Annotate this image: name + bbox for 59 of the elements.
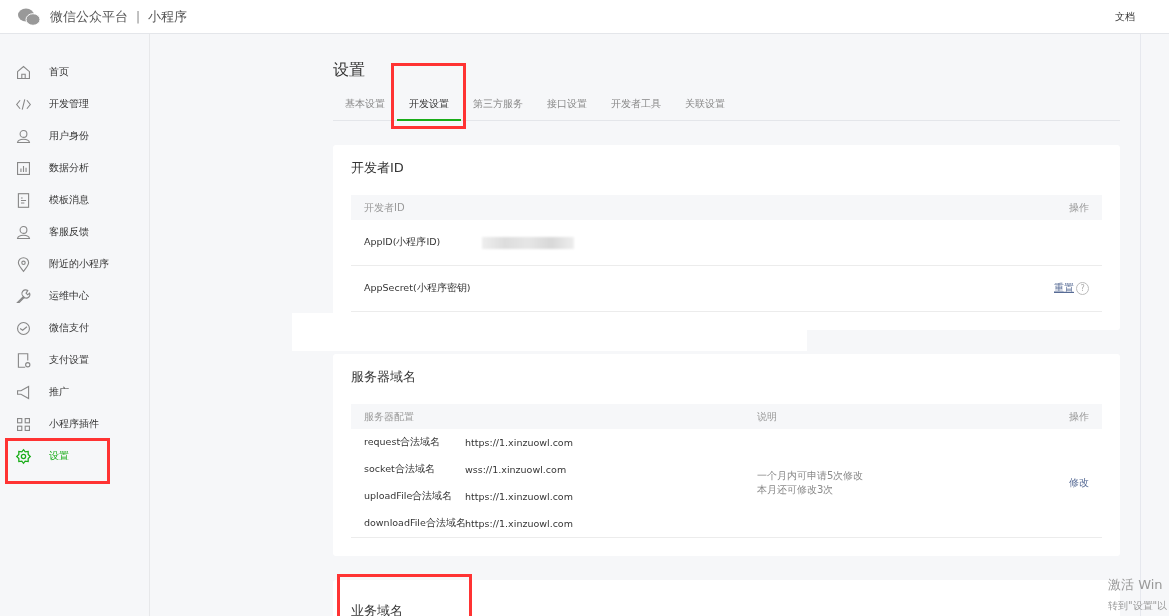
section-title: 开发者ID [351,159,405,177]
sidebar-item[interactable]: 数据分析 [0,152,149,184]
sidebar-item[interactable]: 客服反馈 [0,216,149,248]
sidebar-item[interactable]: 用户身份 [0,120,149,152]
note-text: 本月还可修改3次 [757,483,835,497]
location-pin-icon [15,255,32,273]
page-title: 设置 [333,60,366,81]
header-link[interactable]: 文档 [1115,9,1135,24]
person-icon [15,127,32,145]
section-title: 服务器域名 [351,368,417,386]
sidebar-item[interactable]: 小程序插件 [0,408,149,440]
column-header: 操作 [1069,409,1089,424]
section-title: 业务域名 [351,602,404,616]
tab[interactable]: 接口设置 [535,98,599,121]
activation-hint: 转到"设置"以 [1108,599,1168,613]
wrench-icon [15,287,32,305]
megaphone-icon [15,383,32,401]
table-cell: AppID(小程序ID) [364,236,441,249]
table-cell: AppSecret(小程序密钥) [364,282,471,295]
tab[interactable]: 开发设置 [397,98,461,121]
table-cell-text: request合法域名 [364,436,442,449]
sidebar-item[interactable]: 微信支付 [0,312,149,344]
table-cell: wss://1.xinzuowl.com [465,464,567,475]
home-icon [15,63,32,81]
column-header: 服务器配置 [364,409,415,424]
product-name: 小程序 [148,7,188,26]
grid-icon [15,415,32,433]
table-cell: https://1.xinzuowl.com [465,491,573,502]
table-cell-text: uploadFile合法域名 [364,490,454,503]
tab[interactable]: 关联设置 [673,98,737,121]
table-cell: https://1.xinzuowl.com [465,437,573,448]
tab[interactable]: 第三方服务 [461,98,535,121]
document-icon [15,191,32,209]
reset-link[interactable]: 重置 [1054,282,1074,295]
sidebar-item[interactable]: 推广 [0,376,149,408]
column-header: 开发者ID [364,200,405,215]
modify-link[interactable]: 修改 [1069,476,1089,490]
sidebar-item[interactable]: 开发管理 [0,88,149,120]
table-cell: downloadFile合法域名 [364,517,465,530]
platform-name: 微信公众平台 [50,7,128,26]
column-header: 操作 [1069,200,1089,215]
title-separator: | [136,9,141,24]
table-cell-text: socket合法域名 [364,463,436,476]
sidebar-item[interactable]: 附近的小程序 [0,248,149,280]
bar-chart-icon [15,159,32,177]
check-circle-icon [15,319,32,337]
settings-icon [15,447,32,465]
sidebar-item[interactable]: 支付设置 [0,344,149,376]
person-icon [15,223,32,241]
table-cell: https://1.xinzuowl.com [465,518,573,529]
tab[interactable]: 开发者工具 [599,98,673,121]
sidebar-item[interactable]: 运维中心 [0,280,149,312]
sidebar-item[interactable]: 首页 [0,56,149,88]
sidebar-item[interactable]: 模板消息 [0,184,149,216]
note-text: 一个月内可申请5次修改 [757,469,864,483]
chat-bubbles-icon [18,7,40,26]
activation-notice: 激活 Win [1108,576,1164,594]
tab[interactable]: 基本设置 [333,98,397,121]
column-header: 说明 [757,409,777,424]
